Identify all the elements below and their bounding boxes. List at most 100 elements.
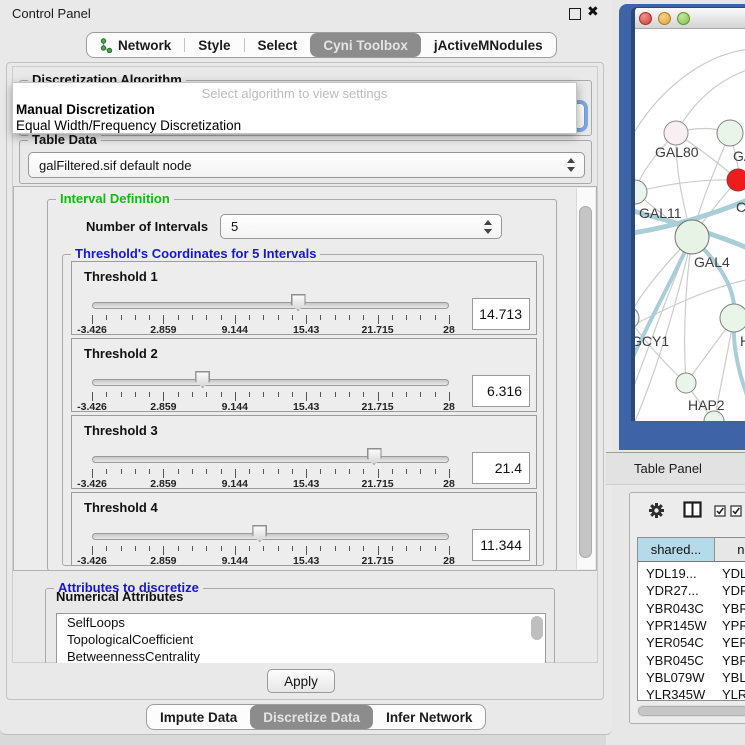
slider-tick — [263, 315, 264, 320]
table-cell-shared-name[interactable]: YBR043C — [646, 601, 712, 616]
tab-infer-network[interactable]: Infer Network — [373, 705, 485, 729]
slider-tick — [449, 315, 450, 324]
network-node-GAL4[interactable] — [675, 220, 709, 254]
table-cell-name[interactable]: YDR2 — [722, 583, 745, 598]
slider-tick — [135, 546, 136, 551]
vertical-scrollbar-thumb[interactable] — [579, 206, 592, 558]
network-view-inner: GAL80GACGAL11GAL4GCY1HHAP2 — [631, 7, 745, 421]
slider-tick-label: 9.144 — [212, 401, 258, 413]
network-thick-edge[interactable] — [635, 237, 692, 374]
algorithm-hint: Select algorithm to view settings — [13, 86, 576, 101]
apply-button[interactable]: Apply — [267, 669, 335, 693]
table-cell-name[interactable]: YBR0 — [722, 601, 745, 616]
network-edge[interactable] — [685, 237, 692, 383]
slider-tick — [378, 392, 379, 401]
network-edge[interactable] — [635, 237, 692, 421]
slider-tick — [235, 546, 236, 555]
network-canvas[interactable]: GAL80GACGAL11GAL4GCY1HHAP2 — [635, 29, 745, 421]
slider-tick — [420, 392, 421, 397]
attribute-item[interactable]: TopologicalCoefficient — [57, 631, 545, 648]
threshold-slider-track[interactable] — [92, 456, 449, 463]
slider-tick — [320, 392, 321, 397]
vertical-scrollbar[interactable] — [576, 188, 595, 569]
threshold-slider-track[interactable] — [92, 533, 449, 540]
table-cell-shared-name[interactable]: YPR145W — [646, 618, 712, 633]
table-data-group: Table Data galFiltered.sif default node — [19, 140, 592, 184]
network-edge[interactable] — [635, 180, 738, 192]
tab-discretize-data[interactable]: Discretize Data — [250, 705, 373, 729]
network-node-node-topright[interactable] — [717, 120, 743, 146]
mac-minimize-button[interactable] — [658, 12, 671, 25]
num-intervals-label: Number of Intervals — [86, 219, 208, 234]
slider-tick-label: 9.144 — [212, 478, 258, 490]
tab-impute-data[interactable]: Impute Data — [147, 705, 250, 729]
network-node-GCY1[interactable] — [635, 307, 639, 329]
tab-style[interactable]: Style — [185, 33, 243, 57]
tab-select[interactable]: Select — [245, 33, 311, 57]
table-column-header[interactable]: shared... — [638, 538, 715, 562]
table-cell-shared-name[interactable]: YLR345W — [646, 687, 712, 701]
table-cell-shared-name[interactable]: YBL079W — [646, 670, 712, 685]
slider-tick — [149, 392, 150, 397]
table-cell-shared-name[interactable]: YER054C — [646, 635, 712, 650]
float-window-icon[interactable] — [569, 8, 581, 20]
slider-tick — [449, 546, 450, 555]
network-node-label: GCY1 — [635, 333, 669, 349]
checked-box-icon[interactable] — [714, 505, 726, 517]
table-data-value: galFiltered.sif default node — [39, 158, 191, 173]
threshold-value-field[interactable]: 6.316 — [472, 375, 530, 407]
algorithm-option[interactable]: Manual Discretization — [16, 102, 568, 117]
algorithm-dropdown-popup: Select algorithm to view settings Manual… — [12, 82, 577, 134]
slider-tick — [206, 469, 207, 474]
table-horizontal-scrollbar-thumb[interactable] — [638, 706, 745, 716]
tab-jactivemnodules[interactable]: jActiveMNodules — [421, 33, 556, 57]
tab-network[interactable]: Network — [87, 33, 184, 57]
network-node-node-red[interactable] — [727, 169, 745, 191]
checked-box-icon[interactable] — [730, 505, 742, 517]
attribute-item[interactable]: SelfLoops — [57, 614, 545, 631]
close-icon[interactable]: ✖ — [587, 3, 599, 20]
threshold-slider-track[interactable] — [92, 302, 449, 309]
network-titlebar[interactable] — [635, 8, 745, 29]
slider-tick — [221, 315, 222, 320]
table-cell-name[interactable]: YLR3 — [722, 687, 745, 701]
table-cell-shared-name[interactable]: YDR27... — [646, 583, 712, 598]
attribute-item[interactable]: BetweennessCentrality — [57, 648, 545, 663]
table-cell-name[interactable]: YBL0 — [722, 670, 745, 685]
slider-tick — [121, 546, 122, 551]
table-cell-shared-name[interactable]: YDL19... — [646, 566, 712, 581]
slider-tick — [206, 546, 207, 551]
table-data-group-title: Table Data — [28, 132, 101, 147]
table-cell-name[interactable]: YER0 — [722, 635, 745, 650]
num-intervals-combobox[interactable]: 5 — [220, 214, 502, 239]
network-node-label: GAL11 — [639, 205, 682, 221]
threshold-slider-track[interactable] — [92, 379, 449, 386]
network-node-HAP2[interactable] — [676, 373, 696, 393]
threshold-value-field[interactable]: 11.344 — [472, 529, 530, 561]
table-column-header[interactable]: na — [715, 538, 745, 562]
table-data-combobox[interactable]: galFiltered.sif default node — [28, 152, 585, 178]
interval-definition-group: Interval Definition Number of Intervals … — [47, 199, 557, 571]
tab-cyni-toolbox[interactable]: Cyni Toolbox — [310, 33, 421, 57]
slider-tick — [363, 546, 364, 551]
gear-icon[interactable] — [648, 502, 665, 519]
table-cell-name[interactable]: YBR0 — [722, 653, 745, 668]
column-layout-icon[interactable] — [683, 501, 702, 518]
network-node-label: H — [740, 333, 745, 349]
network-node-node-right-h[interactable] — [720, 304, 745, 332]
table-horizontal-scrollbar[interactable] — [637, 705, 745, 717]
algorithm-option[interactable]: Equal Width/Frequency Discretization — [16, 118, 568, 133]
slider-tick — [106, 392, 107, 397]
table-cell-name[interactable]: YPR1 — [722, 618, 745, 633]
threshold-value-field[interactable]: 14.713 — [472, 298, 530, 330]
thresholds-group-title: Threshold's Coordinates for 5 Intervals — [71, 246, 320, 261]
network-node-GAL80[interactable] — [664, 121, 688, 145]
threshold-value-field[interactable]: 21.4 — [472, 452, 530, 484]
slider-tick — [178, 469, 179, 474]
mac-zoom-button[interactable] — [677, 12, 690, 25]
table-cell-shared-name[interactable]: YBR045C — [646, 653, 712, 668]
tab-label: Select — [258, 38, 298, 53]
table-cell-name[interactable]: YDL1 — [722, 566, 745, 581]
mac-close-button[interactable] — [639, 12, 652, 25]
attributes-scrollbar-thumb[interactable] — [531, 616, 543, 640]
